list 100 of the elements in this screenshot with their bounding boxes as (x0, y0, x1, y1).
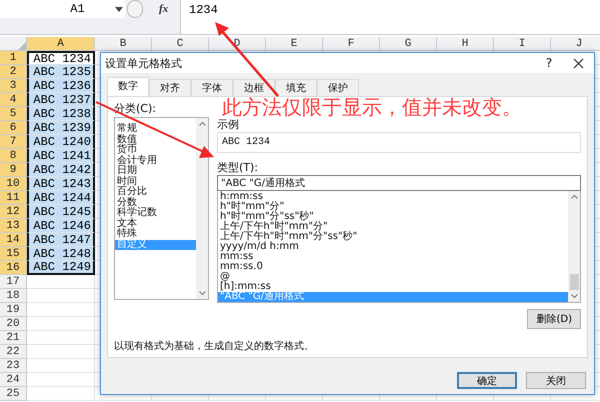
column-header[interactable]: F (323, 37, 380, 51)
row-header[interactable]: 7 (0, 135, 27, 149)
table-cell[interactable]: ABC 1243 (27, 177, 95, 191)
list-item[interactable]: h"时"mm"分" (218, 202, 568, 212)
tab[interactable]: 保护 (317, 79, 359, 96)
row-header[interactable]: 14 (0, 233, 27, 247)
scrollbar[interactable] (568, 191, 580, 302)
column-header[interactable]: G (380, 37, 437, 51)
table-cell[interactable]: ABC 1247 (27, 233, 95, 247)
row-header[interactable]: 18 (0, 289, 27, 303)
dropdown-caret-icon[interactable] (115, 6, 123, 12)
table-cell[interactable]: ABC 1236 (27, 79, 95, 93)
table-cell[interactable]: ABC 1244 (27, 191, 95, 205)
row-header[interactable]: 22 (0, 345, 27, 359)
table-cell[interactable]: ABC 1248 (27, 247, 95, 261)
row-header[interactable]: 24 (0, 373, 27, 387)
row-header[interactable]: 9 (0, 163, 27, 177)
tab[interactable]: 边框 (233, 79, 275, 96)
column-header[interactable]: E (266, 37, 323, 51)
list-item[interactable]: 数值 (115, 134, 196, 145)
scroll-up-icon[interactable] (198, 122, 206, 126)
scrollbar[interactable] (196, 118, 208, 299)
row-header[interactable]: 25 (0, 387, 27, 401)
list-item[interactable]: yyyy/m/d h:mm (218, 242, 568, 252)
list-item[interactable]: mm:ss (218, 252, 568, 262)
column-header[interactable]: J (551, 37, 600, 51)
row-header[interactable]: 12 (0, 205, 27, 219)
table-cell[interactable]: ABC 1241 (27, 149, 95, 163)
insert-function-button[interactable]: fx (159, 3, 168, 15)
tab[interactable]: 字体 (191, 79, 233, 96)
list-item[interactable]: @ (218, 272, 568, 282)
scroll-down-icon[interactable] (570, 294, 578, 298)
scrollbar-thumb[interactable] (570, 274, 579, 290)
row-header[interactable]: 8 (0, 149, 27, 163)
tab[interactable]: 对齐 (149, 79, 191, 96)
list-item[interactable]: 常规 (115, 124, 196, 134)
tab[interactable]: 填充 (275, 79, 317, 96)
table-cell[interactable]: ABC 1238 (27, 107, 95, 121)
row-header[interactable]: 15 (0, 247, 27, 261)
resize-handle[interactable] (127, 0, 143, 18)
table-cell[interactable] (27, 387, 95, 401)
column-header[interactable]: A (27, 37, 95, 51)
name-box[interactable]: A1 (0, 0, 125, 18)
table-cell[interactable] (27, 331, 95, 345)
column-header[interactable]: B (95, 37, 152, 51)
ok-button[interactable]: 确定 (457, 372, 517, 389)
table-cell[interactable] (27, 345, 95, 359)
row-header[interactable]: 20 (0, 317, 27, 331)
row-header[interactable]: 6 (0, 121, 27, 135)
row-header[interactable]: 17 (0, 275, 27, 289)
table-cell[interactable]: ABC 1242 (27, 163, 95, 177)
delete-button[interactable]: 删除(D) (527, 309, 581, 329)
row-header[interactable]: 4 (0, 93, 27, 107)
row-header[interactable]: 16 (0, 261, 27, 275)
column-header[interactable]: H (437, 37, 494, 51)
table-cell[interactable]: ABC 1249 (27, 261, 95, 275)
table-cell[interactable]: ABC 1240 (27, 135, 95, 149)
scroll-down-icon[interactable] (198, 291, 206, 295)
tab[interactable]: 数字 (107, 77, 149, 96)
list-item[interactable]: h"时"mm"分"ss"秒" (218, 212, 568, 222)
table-cell[interactable]: ABC 1237 (27, 93, 95, 107)
list-item[interactable]: 百分比 (115, 187, 196, 198)
list-item[interactable]: 上午/下午h"时"mm"分"ss"秒" (218, 232, 568, 242)
close-icon[interactable] (573, 58, 584, 68)
table-cell[interactable]: ABC 1239 (27, 121, 95, 135)
scroll-up-icon[interactable] (570, 195, 578, 199)
list-item[interactable]: 特殊 (115, 229, 196, 240)
column-header[interactable]: I (494, 37, 551, 51)
list-item[interactable]: h:mm:ss (218, 192, 568, 202)
help-button[interactable]: ? (539, 56, 559, 70)
formula-input[interactable]: 1234 (180, 0, 600, 34)
list-item[interactable]: 分数 (115, 198, 196, 208)
list-item[interactable]: 文本 (115, 218, 196, 229)
row-header[interactable]: 10 (0, 177, 27, 191)
close-button[interactable]: 关闭 (526, 372, 586, 389)
row-header[interactable]: 23 (0, 359, 27, 373)
list-item[interactable]: 科学记数 (115, 208, 196, 218)
table-cell[interactable] (27, 359, 95, 373)
list-item[interactable]: 时间 (115, 176, 196, 187)
row-header[interactable]: 3 (0, 79, 27, 93)
table-cell[interactable]: ABC 1235 (27, 65, 95, 79)
list-item[interactable]: mm:ss.0 (218, 262, 568, 272)
list-item[interactable]: 上午/下午h"时"mm"分" (218, 222, 568, 232)
column-header[interactable]: C (152, 37, 209, 51)
list-item[interactable]: 日期 (115, 166, 196, 176)
list-item[interactable]: 货币 (115, 145, 196, 156)
row-header[interactable]: 2 (0, 65, 27, 79)
row-header[interactable]: 19 (0, 303, 27, 317)
table-cell[interactable]: ABC 1245 (27, 205, 95, 219)
table-cell[interactable] (27, 289, 95, 303)
table-cell[interactable] (27, 303, 95, 317)
table-cell[interactable]: ABC 1246 (27, 219, 95, 233)
table-cell[interactable]: ABC 1234 (27, 51, 95, 65)
table-cell[interactable] (27, 275, 95, 289)
list-item[interactable]: 会计专用 (115, 156, 196, 166)
table-cell[interactable] (27, 317, 95, 331)
table-cell[interactable] (27, 373, 95, 387)
type-input-field[interactable]: "ABC "G/通用格式 (217, 175, 581, 191)
row-header[interactable]: 11 (0, 191, 27, 205)
row-header[interactable]: 13 (0, 219, 27, 233)
